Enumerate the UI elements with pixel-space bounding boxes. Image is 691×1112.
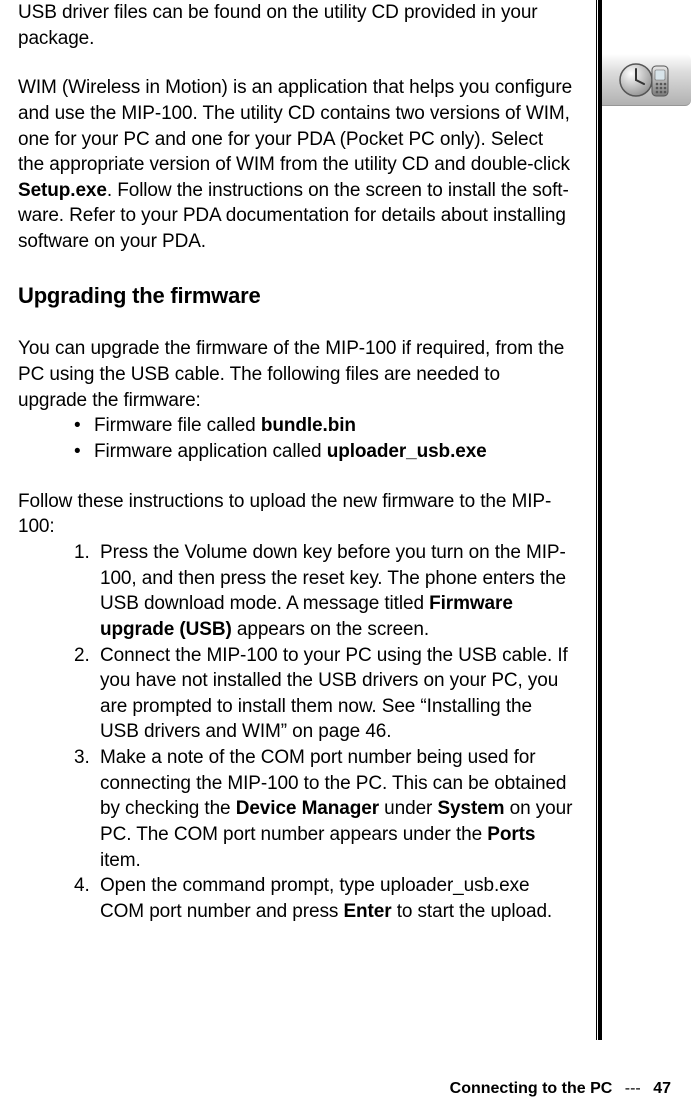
text: Connect the MIP-100 to your PC using the… <box>100 645 568 743</box>
paragraph-wim: WIM (Wireless in Motion) is an applicati… <box>18 75 574 254</box>
list-item: Open the command prompt, type uploader_u… <box>74 873 574 924</box>
side-border-thick <box>598 0 602 1040</box>
section-tab <box>602 54 691 106</box>
list-item: Firmware application called uploader_usb… <box>74 439 574 465</box>
footer-title: Connecting to the PC <box>450 1080 613 1097</box>
content-column: USB driver files can be found on the uti… <box>18 0 574 925</box>
text: to start the upload. <box>392 901 553 922</box>
firmware-files-list: Firmware file called bundle.bin Firmware… <box>18 413 574 464</box>
text: Firmware file called <box>94 415 261 436</box>
clock-phone-icon <box>616 60 676 100</box>
paragraph-steps-intro: Follow these instructions to upload the … <box>18 489 574 540</box>
page-number: 47 <box>653 1080 671 1097</box>
text: Firmware application called <box>94 441 327 462</box>
upload-steps-list: Press the Volume down key before you tur… <box>18 540 574 925</box>
list-item: Make a note of the COM port number being… <box>74 745 574 873</box>
bundle-bin-label: bundle.bin <box>261 415 356 436</box>
paragraph-usb-drivers: USB driver files can be found on the uti… <box>18 0 574 51</box>
spacer <box>18 465 574 489</box>
footer-separator: --- <box>625 1080 641 1097</box>
page-footer: Connecting to the PC --- 47 <box>450 1080 671 1098</box>
list-item: Firmware file called bundle.bin <box>74 413 574 439</box>
text: WIM (Wireless in Motion) is an applicati… <box>18 77 572 175</box>
text: under <box>379 798 437 819</box>
list-item: Connect the MIP-100 to your PC using the… <box>74 643 574 746</box>
system-label: System <box>437 798 504 819</box>
ports-label: Ports <box>487 824 535 845</box>
spacer <box>18 310 574 336</box>
text: appears on the screen. <box>232 619 429 640</box>
text: item. <box>100 850 141 871</box>
device-manager-label: Device Manager <box>236 798 379 819</box>
spacer <box>18 51 574 75</box>
paragraph-upgrade-intro: You can upgrade the firmware of the MIP-… <box>18 336 574 413</box>
heading-upgrading-firmware: Upgrading the firmware <box>18 281 574 311</box>
side-border-thin <box>596 0 597 1040</box>
uploader-exe-label: uploader_usb.exe <box>327 441 487 462</box>
spacer <box>18 255 574 281</box>
setup-exe-label: Setup.exe <box>18 180 107 201</box>
enter-key-label: Enter <box>343 901 391 922</box>
page: USB driver files can be found on the uti… <box>0 0 691 1112</box>
list-item: Press the Volume down key before you tur… <box>74 540 574 643</box>
